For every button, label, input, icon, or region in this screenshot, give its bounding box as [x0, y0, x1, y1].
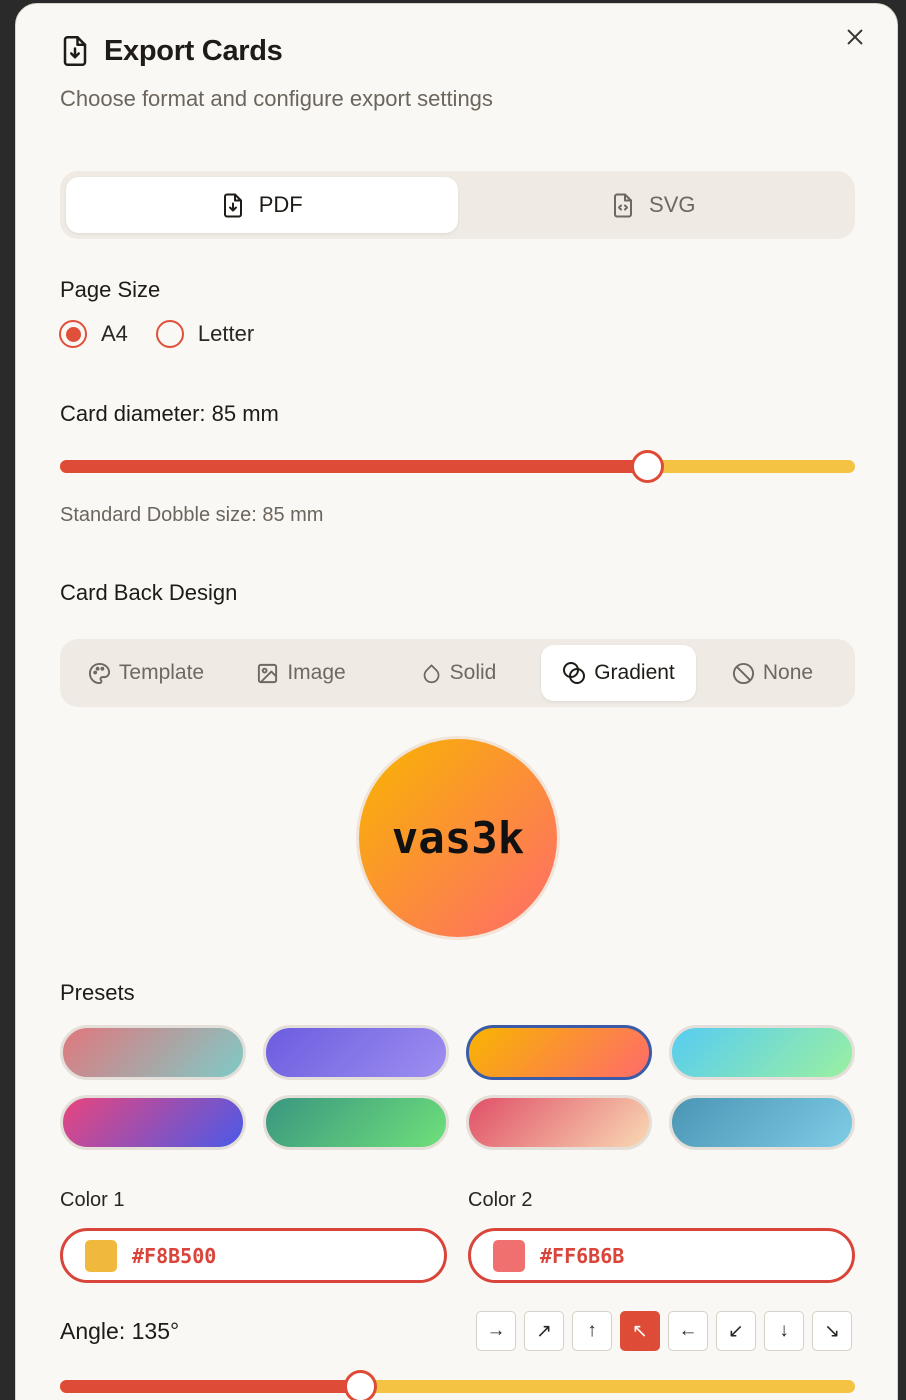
droplet-icon — [423, 663, 439, 683]
export-dialog: Export Cards Choose format and configure… — [15, 3, 898, 1400]
arrow-up-right-icon: ↗ — [536, 1320, 552, 1342]
palette-icon — [88, 662, 110, 684]
arrow-right-icon: → — [486, 1320, 506, 1341]
presets-grid — [60, 1025, 855, 1150]
direction-button-arrow-up[interactable]: ↑ — [572, 1311, 612, 1351]
radio-letter-label: Letter — [197, 321, 255, 346]
page-size-label: Page Size — [60, 277, 161, 302]
card-diameter-hint: Standard Dobble size: 85 mm — [60, 504, 324, 526]
tab-none-label: None — [762, 661, 814, 684]
radio-letter[interactable] — [155, 320, 184, 348]
tab-image[interactable]: Image — [226, 645, 376, 701]
presets-label: Presets — [60, 980, 135, 1005]
arrow-down-right-icon: ↘ — [824, 1320, 840, 1342]
preset-swatch-1[interactable] — [60, 1025, 246, 1080]
color1-value: #F8B500 — [132, 1243, 217, 1268]
arrow-up-left-icon: ↖ — [632, 1320, 648, 1342]
card-back-label: Card Back Design — [60, 580, 238, 605]
angle-label: Angle: 135° — [60, 1318, 180, 1344]
file-download-icon — [223, 193, 242, 217]
color1-swatch[interactable] — [85, 1239, 117, 1272]
radio-a4-selected-dot — [65, 326, 81, 342]
direction-button-arrow-down-left[interactable]: ↙ — [716, 1311, 756, 1351]
close-icon — [847, 29, 863, 45]
tab-pdf[interactable]: PDF — [66, 177, 458, 233]
angle-direction-buttons: → ↗ ↑ ↖ ← ↙ ↓ ↘ — [476, 1311, 852, 1351]
angle-slider-fill — [60, 1380, 360, 1393]
tab-none[interactable]: None — [696, 645, 849, 701]
arrow-down-icon: ↓ — [779, 1320, 789, 1341]
tab-svg[interactable]: SVG — [458, 177, 850, 233]
file-code-icon — [614, 193, 633, 217]
dialog-subtitle: Choose format and configure export setti… — [60, 86, 493, 111]
color1-label: Color 1 — [60, 1189, 125, 1211]
dialog-title: Export Cards — [104, 34, 283, 67]
direction-button-arrow-down[interactable]: ↓ — [764, 1311, 804, 1351]
preset-swatch-5[interactable] — [60, 1095, 246, 1150]
tab-solid[interactable]: Solid — [376, 645, 541, 701]
image-icon — [258, 663, 278, 683]
arrow-up-icon: ↑ — [587, 1320, 597, 1341]
tab-pdf-label: PDF — [258, 192, 303, 217]
preset-swatch-7[interactable] — [466, 1095, 652, 1150]
tab-gradient[interactable]: Gradient — [541, 645, 696, 701]
direction-button-arrow-right[interactable]: → — [476, 1311, 516, 1351]
blend-icon — [563, 662, 586, 684]
card-back-tabs: Template Image Solid Gradient None — [60, 639, 855, 707]
ban-icon — [732, 662, 754, 684]
color2-input[interactable]: #FF6B6B — [468, 1228, 855, 1283]
preset-swatch-6[interactable] — [263, 1095, 449, 1150]
preview-text: vas3k — [391, 812, 525, 864]
radio-a4[interactable] — [59, 320, 87, 348]
preset-swatch-3[interactable] — [466, 1025, 652, 1080]
tab-gradient-label: Gradient — [594, 661, 675, 684]
angle-slider[interactable] — [60, 1370, 855, 1400]
tab-template[interactable]: Template — [66, 645, 226, 701]
tab-solid-label: Solid — [449, 661, 497, 684]
tab-svg-label: SVG — [649, 192, 696, 217]
arrow-down-left-icon: ↙ — [728, 1320, 744, 1342]
direction-button-arrow-up-left[interactable]: ↖ — [620, 1311, 660, 1351]
card-diameter-slider[interactable] — [60, 450, 855, 483]
card-back-preview: vas3k — [356, 736, 560, 940]
direction-button-arrow-down-right[interactable]: ↘ — [812, 1311, 852, 1351]
direction-button-arrow-up-right[interactable]: ↗ — [524, 1311, 564, 1351]
page-size-radio-group: A4 Letter — [59, 320, 282, 348]
tab-template-label: Template — [118, 661, 205, 684]
color1-input[interactable]: #F8B500 — [60, 1228, 447, 1283]
tab-image-label: Image — [287, 661, 346, 684]
preset-swatch-8[interactable] — [669, 1095, 855, 1150]
format-tabs: PDF SVG — [60, 171, 855, 239]
direction-button-arrow-left[interactable]: ← — [668, 1311, 708, 1351]
radio-a4-label: A4 — [101, 321, 128, 346]
preset-swatch-4[interactable] — [669, 1025, 855, 1080]
file-download-icon — [63, 36, 87, 66]
dialog-header: Export Cards — [60, 34, 283, 68]
card-diameter-slider-thumb[interactable] — [631, 450, 664, 483]
close-button[interactable] — [842, 24, 868, 50]
preset-swatch-2[interactable] — [263, 1025, 449, 1080]
angle-slider-thumb[interactable] — [344, 1370, 377, 1400]
color2-value: #FF6B6B — [540, 1243, 625, 1268]
color2-label: Color 2 — [468, 1189, 533, 1211]
card-diameter-label: Card diameter: 85 mm — [60, 401, 279, 426]
card-diameter-slider-fill — [60, 460, 648, 473]
color2-swatch[interactable] — [493, 1239, 525, 1272]
arrow-left-icon: ← — [678, 1320, 698, 1341]
